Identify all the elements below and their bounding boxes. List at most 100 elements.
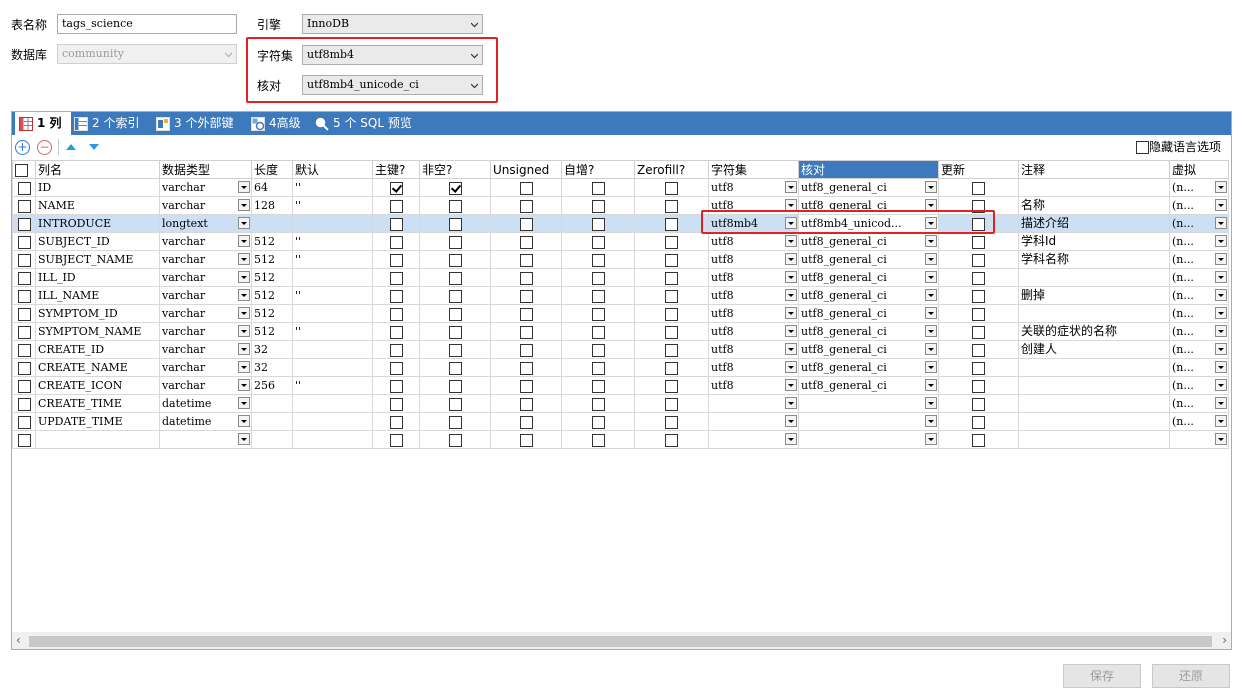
table-row[interactable]: ID varchar 64 '' utf8 utf8_general_ci (n... [12,178,1229,197]
field-default-cell[interactable]: '' [292,178,373,197]
field-charset-cell[interactable]: utf8 [708,322,799,341]
field-virtual-cell[interactable]: (n... [1169,322,1229,341]
table-row[interactable]: INTRODUCE longtext utf8mb4 utf8mb4_unicod..… [12,214,1229,233]
field-default-cell[interactable]: '' [292,376,373,395]
dropdown-arrow-icon[interactable] [1215,397,1227,409]
primary-key-checkbox[interactable] [389,361,403,375]
dropdown-arrow-icon[interactable] [925,253,937,265]
field-length-cell[interactable]: 512 [251,250,293,269]
primary-key-cell[interactable] [372,178,420,197]
on-update-cell[interactable] [938,394,1019,413]
dropdown-arrow-icon[interactable] [785,325,797,337]
not-null-cell[interactable] [419,358,491,377]
save-button[interactable]: 保存 [1063,664,1141,688]
field-length-cell[interactable]: 32 [251,358,293,377]
not-null-cell[interactable] [419,250,491,269]
not-null-checkbox[interactable] [448,181,462,195]
row-select-checkbox[interactable] [17,343,31,357]
primary-key-checkbox[interactable] [389,433,403,447]
row-select-cell[interactable] [12,358,36,377]
row-select-cell[interactable] [12,430,36,449]
on-update-cell[interactable] [938,268,1019,287]
dropdown-arrow-icon[interactable] [238,217,250,229]
dropdown-arrow-icon[interactable] [785,289,797,301]
zerofill-checkbox[interactable] [665,325,678,339]
auto-increment-checkbox[interactable] [591,433,605,447]
unsigned-cell[interactable] [490,178,562,197]
unsigned-cell[interactable] [490,232,562,251]
unsigned-cell[interactable] [490,394,562,413]
primary-key-checkbox[interactable] [389,271,403,285]
auto-increment-checkbox[interactable] [591,289,605,303]
field-default-cell[interactable] [292,358,373,377]
field-default-cell[interactable]: '' [292,250,373,269]
on-update-checkbox[interactable] [972,271,985,285]
field-name-cell[interactable]: SYMPTOM_NAME [35,322,160,341]
primary-key-checkbox[interactable] [389,199,403,213]
on-update-cell[interactable] [938,304,1019,323]
primary-key-checkbox[interactable] [389,379,403,393]
unsigned-checkbox[interactable] [519,361,533,375]
zerofill-checkbox[interactable] [665,343,678,357]
header-type[interactable]: 数据类型 [159,160,252,179]
on-update-cell[interactable] [938,286,1019,305]
zerofill-checkbox[interactable] [665,289,678,303]
dropdown-arrow-icon[interactable] [925,397,937,409]
on-update-cell[interactable] [938,322,1019,341]
table-row[interactable]: CREATE_ID varchar 32 utf8 utf8_general_ci 创建人… [12,340,1229,359]
not-null-cell[interactable] [419,178,491,197]
engine-select[interactable]: InnoDB [302,14,483,34]
revert-button[interactable]: 还原 [1152,664,1230,688]
dropdown-arrow-icon[interactable] [1215,379,1227,391]
primary-key-cell[interactable] [372,394,420,413]
field-comment-cell[interactable]: 描述介绍 [1018,214,1170,233]
add-field-button[interactable]: + [15,140,30,155]
dropdown-arrow-icon[interactable] [1215,235,1227,247]
header-collation[interactable]: 核对 [798,160,939,179]
header-charset[interactable]: 字符集 [708,160,799,179]
on-update-checkbox[interactable] [972,307,985,321]
not-null-checkbox[interactable] [448,325,462,339]
not-null-cell[interactable] [419,232,491,251]
field-collation-cell[interactable] [798,412,939,431]
dropdown-arrow-icon[interactable] [925,307,937,319]
row-select-cell[interactable] [12,214,36,233]
field-type-cell[interactable]: varchar [159,376,252,395]
field-virtual-cell[interactable]: (n... [1169,250,1229,269]
unsigned-cell[interactable] [490,430,562,449]
field-virtual-cell[interactable]: (n... [1169,304,1229,323]
header-length[interactable]: 长度 [251,160,293,179]
primary-key-cell[interactable] [372,268,420,287]
dropdown-arrow-icon[interactable] [1215,343,1227,355]
field-type-cell[interactable]: varchar [159,178,252,197]
unsigned-cell[interactable] [490,214,562,233]
field-collation-cell[interactable]: utf8_general_ci [798,286,939,305]
auto-increment-checkbox[interactable] [591,325,605,339]
on-update-cell[interactable] [938,232,1019,251]
auto-increment-cell[interactable] [561,178,635,197]
row-select-cell[interactable] [12,232,36,251]
dropdown-arrow-icon[interactable] [1215,181,1227,193]
auto-increment-checkbox[interactable] [591,271,605,285]
primary-key-checkbox[interactable] [389,325,403,339]
zerofill-checkbox[interactable] [665,433,678,447]
field-length-cell[interactable]: 32 [251,340,293,359]
auto-increment-cell[interactable] [561,430,635,449]
unsigned-cell[interactable] [490,322,562,341]
row-select-checkbox[interactable] [17,433,31,447]
unsigned-checkbox[interactable] [519,253,533,267]
charset-select[interactable]: utf8mb4 [302,45,483,65]
primary-key-cell[interactable] [372,250,420,269]
header-update[interactable]: 更新 [938,160,1019,179]
primary-key-checkbox[interactable] [389,217,403,231]
dropdown-arrow-icon[interactable] [238,325,250,337]
dropdown-arrow-icon[interactable] [238,199,250,211]
dropdown-arrow-icon[interactable] [785,307,797,319]
on-update-cell[interactable] [938,430,1019,449]
dropdown-arrow-icon[interactable] [238,415,250,427]
auto-increment-checkbox[interactable] [591,235,605,249]
table-row[interactable]: UPDATE_TIME datetime (n... [12,412,1229,431]
primary-key-checkbox[interactable] [389,343,403,357]
row-select-cell[interactable] [12,412,36,431]
field-virtual-cell[interactable]: (n... [1169,196,1229,215]
